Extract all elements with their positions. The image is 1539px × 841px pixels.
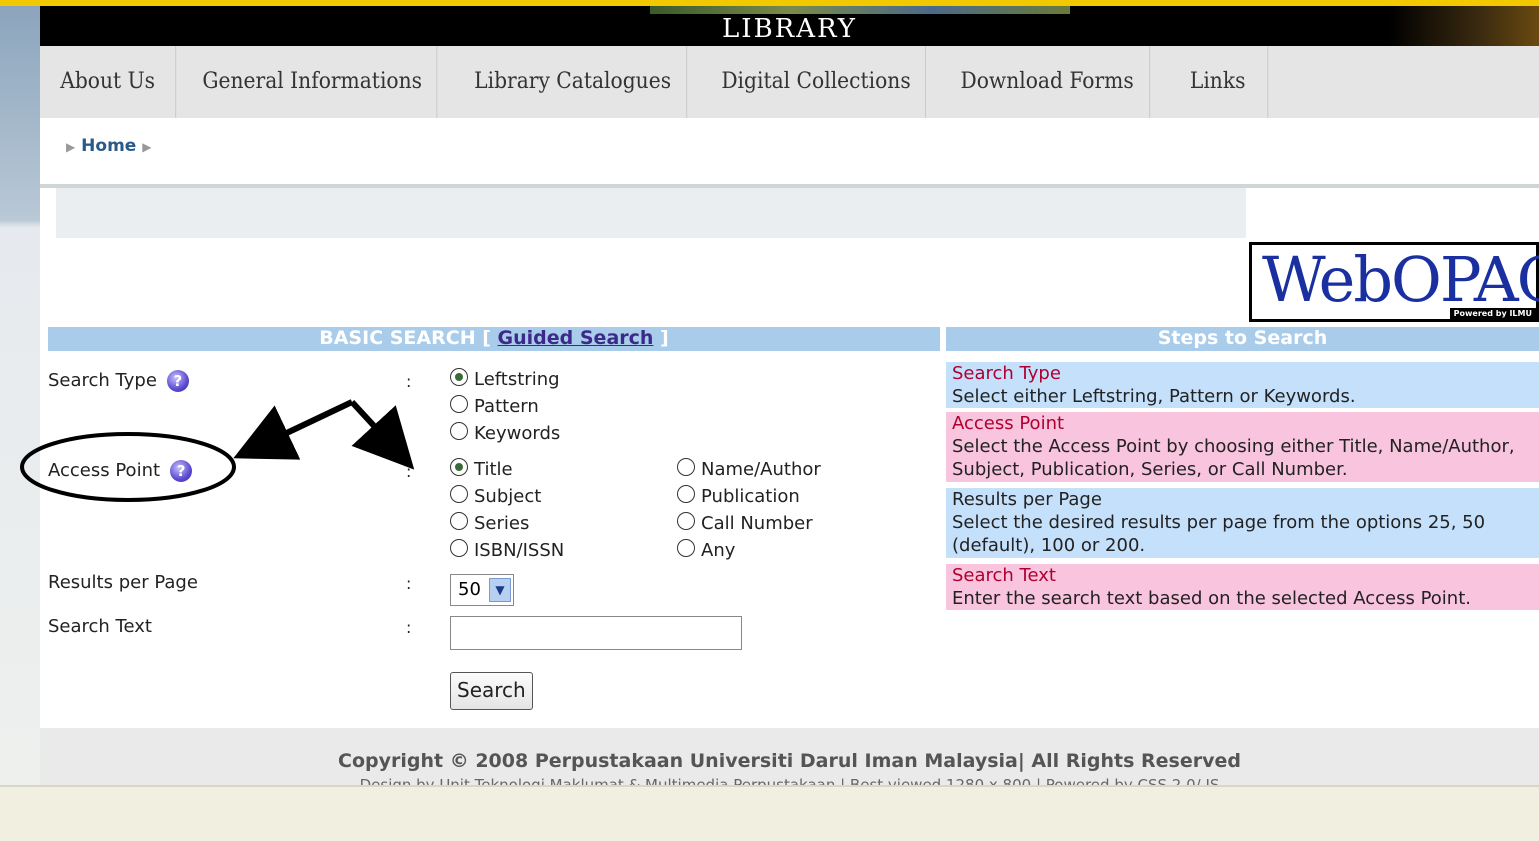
results-per-page-select[interactable]: 50 ▼ [450,574,514,606]
radio-label: Leftstring [474,369,560,390]
radio-leftstring[interactable]: Leftstring [450,368,560,390]
design-credit-text: Design by Unit Teknologi Maklumat & Mult… [359,776,1220,785]
step-text: Enter the search text based on the selec… [952,588,1471,609]
nav-general-informations[interactable]: General Informations [188,46,438,118]
radio-name-author[interactable]: Name/Author [677,458,821,480]
dropdown-arrow-icon[interactable]: ▼ [489,578,511,602]
search-text-input[interactable] [450,616,742,650]
step-text: Select the desired results per page from… [952,512,1486,556]
access-point-label: Access Point [48,460,161,481]
radio-circle[interactable] [677,485,695,503]
select-value: 50 [458,579,481,600]
radio-keywords[interactable]: Keywords [450,422,560,444]
radio-publication[interactable]: Publication [677,485,800,507]
banner: LIBRARY [40,6,1539,46]
radio-label: Publication [701,486,800,507]
basic-search-title: BASIC SEARCH [319,327,476,349]
banner-title: LIBRARY [722,14,857,44]
step-results-per-page: Results per Page Select the desired resu… [946,488,1539,558]
breadcrumb-arrow-icon: ▶ [142,140,152,154]
radio-label: Keywords [474,423,561,444]
radio-circle[interactable] [677,539,695,557]
step-search-type: Search Type Select either Leftstring, Pa… [946,362,1539,408]
breadcrumb-home-link[interactable]: Home [81,136,136,156]
search-type-label-row: Search Type? [48,370,189,392]
colon: : [406,618,412,637]
bracket-open: [ [482,327,491,349]
step-text: Select the Access Point by choosing eith… [952,436,1515,480]
radio-series[interactable]: Series [450,512,529,534]
step-search-text: Search Text Enter the search text based … [946,564,1539,610]
radio-circle[interactable] [450,422,468,440]
footer: Copyright © 2008 Perpustakaan Universiti… [40,728,1539,785]
content-banner-block [56,188,1246,238]
search-content: WebOPAC Powered by ILMU BASIC SEARCH [ G… [40,188,1539,728]
radio-label: Call Number [701,513,813,534]
radio-call-number[interactable]: Call Number [677,512,813,534]
radio-circle[interactable] [450,539,468,557]
radio-label: Series [474,513,530,534]
logo-text: WebOPAC [1262,243,1539,316]
slide-frame-bottom [0,785,1539,841]
main-nav: About Us General Informations Library Ca… [40,46,1539,118]
access-point-label-row: Access Point? [48,460,193,482]
radio-circle[interactable] [450,512,468,530]
guided-search-link[interactable]: Guided Search [498,327,654,349]
radio-circle-checked[interactable] [450,458,468,476]
banner-decoration [650,6,1070,14]
nav-download-forms[interactable]: Download Forms [945,46,1151,118]
results-per-page-label: Results per Page [48,572,198,593]
nav-about-us[interactable]: About Us [40,46,177,118]
radio-title[interactable]: Title [450,458,513,480]
search-button[interactable]: Search [450,672,533,710]
radio-label: Any [701,540,736,561]
step-title: Search Type [952,363,1061,384]
nav-library-catalogues[interactable]: Library Catalogues [459,46,688,118]
step-access-point: Access Point Select the Access Point by … [946,412,1539,482]
breadcrumb: ▶ Home ▶ [40,118,1539,184]
colon: : [406,462,412,481]
radio-label: Subject [474,486,542,507]
radio-circle-checked[interactable] [450,368,468,386]
slide-frame-left [0,0,40,785]
radio-label: Title [474,459,513,480]
help-icon[interactable]: ? [166,370,189,392]
radio-isbn-issn[interactable]: ISBN/ISSN [450,539,564,561]
radio-circle[interactable] [677,512,695,530]
colon: : [406,574,412,593]
bracket-close: ] [660,327,669,349]
breadcrumb-arrow-icon: ▶ [66,140,76,154]
radio-subject[interactable]: Subject [450,485,541,507]
webopac-logo: WebOPAC Powered by ILMU [1249,242,1539,322]
steps-header: Steps to Search [946,327,1539,351]
radio-pattern[interactable]: Pattern [450,395,539,417]
step-title: Search Text [952,565,1056,586]
radio-any[interactable]: Any [677,539,735,561]
help-icon[interactable]: ? [170,460,193,482]
library-page: LIBRARY About Us General Informations Li… [40,6,1539,785]
nav-digital-collections[interactable]: Digital Collections [707,46,926,118]
step-title: Access Point [952,413,1065,434]
copyright-text: Copyright © 2008 Perpustakaan Universiti… [338,750,1241,772]
basic-search-header: BASIC SEARCH [ Guided Search ] [48,327,940,351]
radio-circle[interactable] [677,458,695,476]
radio-label: ISBN/ISSN [474,540,565,561]
nav-links[interactable]: Links [1168,46,1269,118]
radio-label: Pattern [474,396,539,417]
search-type-label: Search Type [48,370,157,391]
search-text-label: Search Text [48,616,152,637]
logo-subtext: Powered by ILMU [1449,308,1536,319]
radio-circle[interactable] [450,485,468,503]
step-title: Results per Page [952,489,1102,510]
radio-circle[interactable] [450,395,468,413]
colon: : [406,372,412,391]
radio-label: Name/Author [701,459,821,480]
step-text: Select either Leftstring, Pattern or Key… [952,386,1356,407]
